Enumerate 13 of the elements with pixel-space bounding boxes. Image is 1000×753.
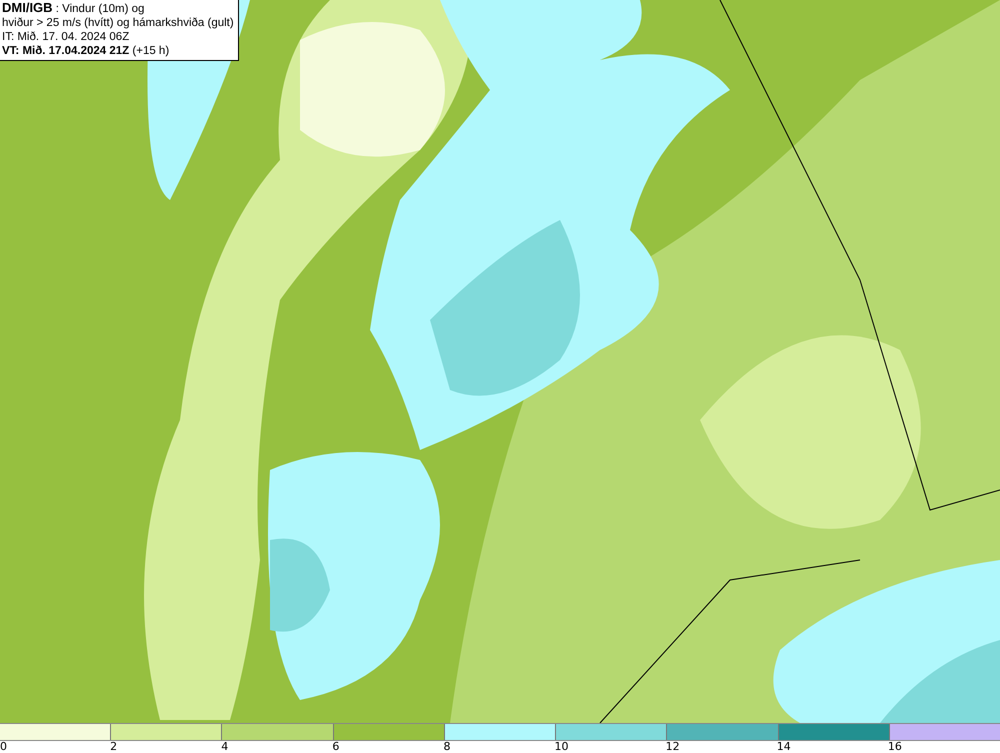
legend-tick-label: 2 [110,740,118,753]
legend-tick-label: 16 [888,740,902,753]
title-line: hviður > 25 m/s (hvítt) og hámarkshviða (gult) [2,16,234,30]
title-line: IT: Mið. 17. 04. 2024 06Z [2,30,130,44]
legend-tick-label: 14 [776,740,791,753]
legend-tick-label: 12 [666,740,680,753]
legend-tick-label: 10 [554,740,569,753]
title-line: VT: Mið. 17.04.2024 21Z (+15 h) [2,44,170,58]
legend-tick-label: 8 [443,740,450,753]
legend-tick-label: 6 [332,740,340,753]
legend-tick-label: 0 [0,740,7,753]
legend-tick-label: 4 [221,740,228,753]
title-line: DMI/IGB : Vindur (10m) og [2,1,146,16]
